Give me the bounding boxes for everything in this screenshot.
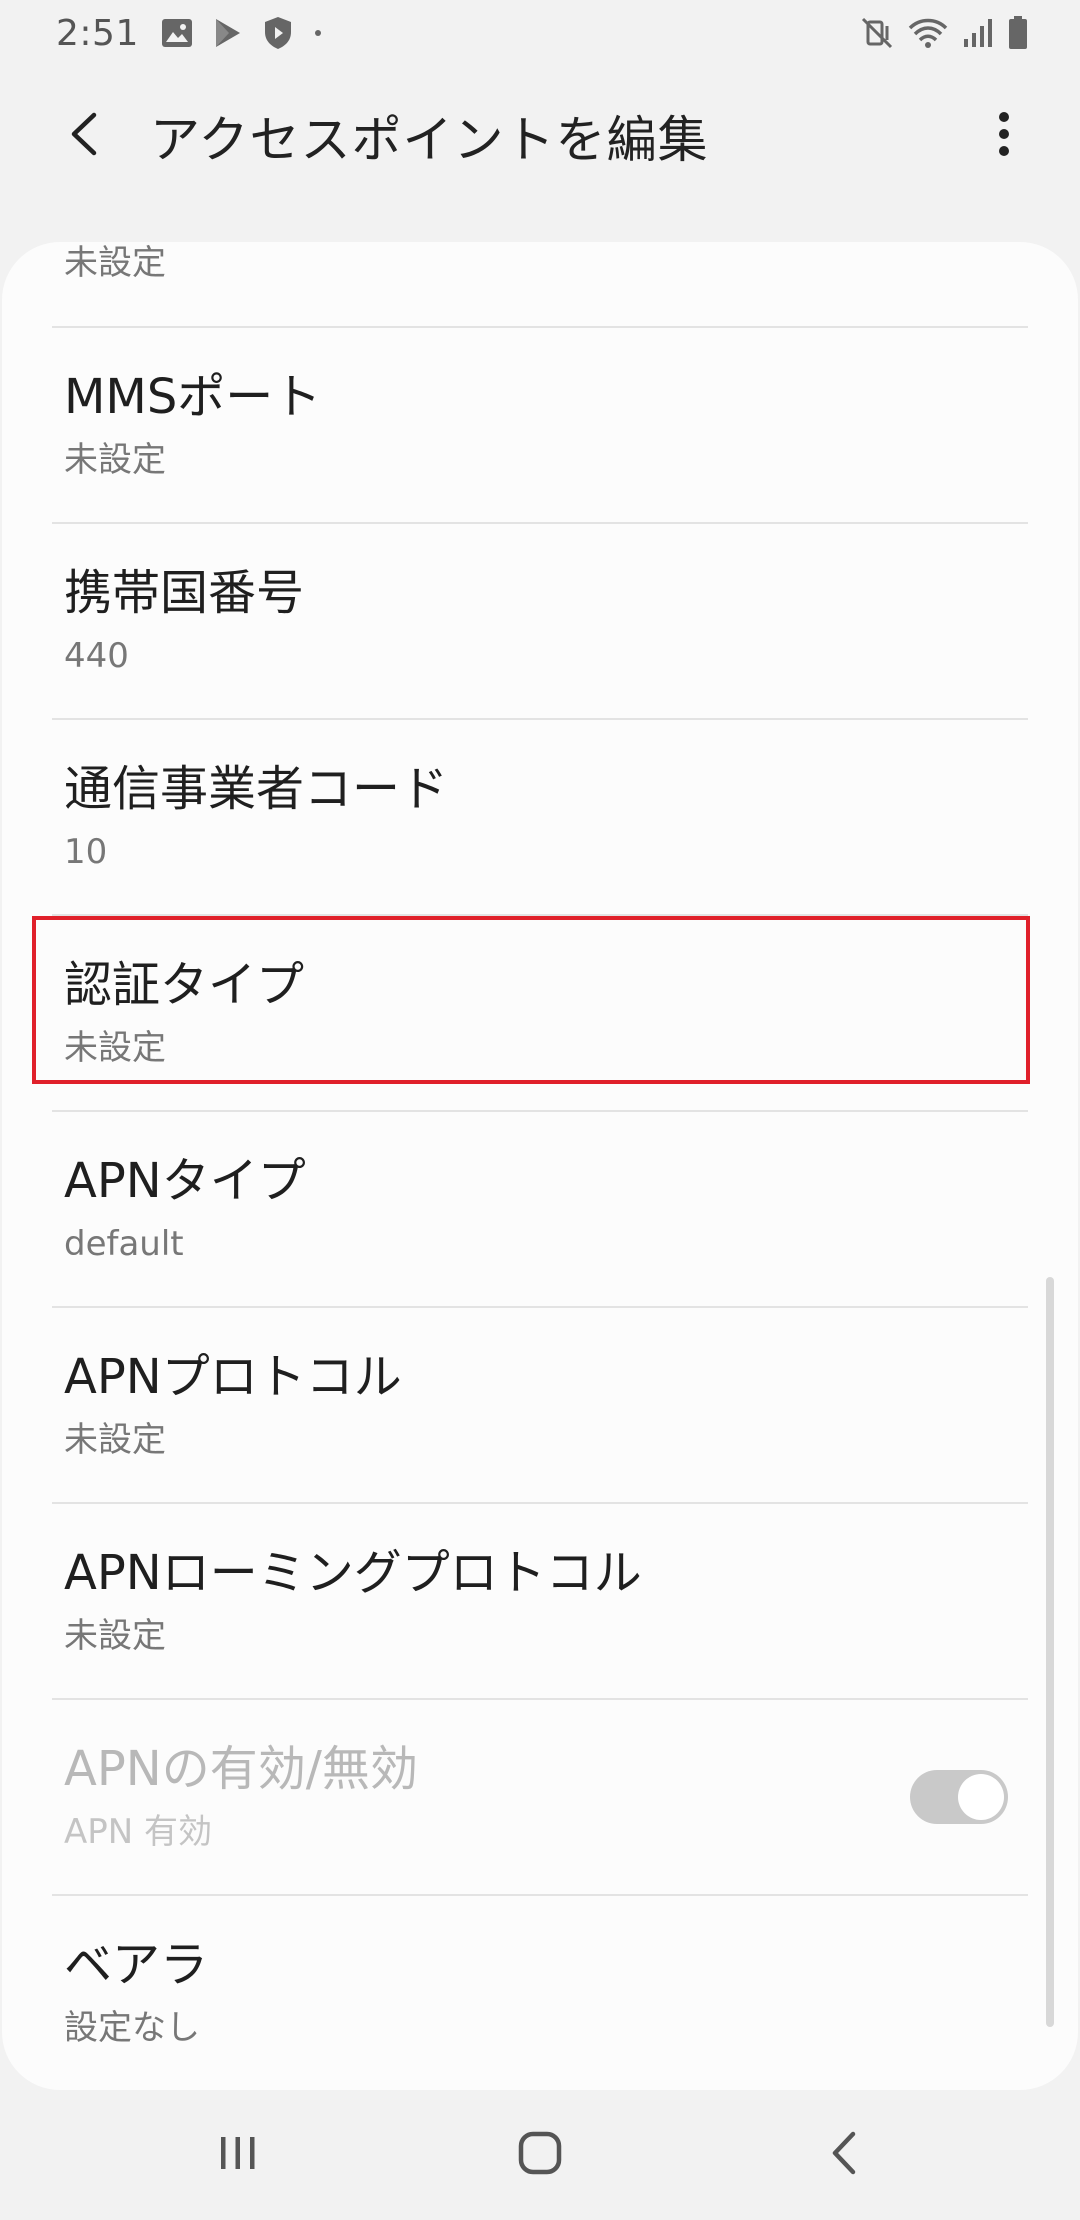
chevron-left-icon (66, 109, 102, 163)
list-item-title: ベアラ (64, 1936, 209, 1993)
list-item-value: 未設定 (64, 243, 166, 284)
list-item-title: APNタイプ (64, 1152, 306, 1209)
home-button[interactable] (500, 2115, 580, 2195)
system-back-button[interactable] (804, 2115, 884, 2195)
apn-enable-toggle[interactable] (910, 1770, 1008, 1824)
status-time: 2:51 (56, 12, 139, 54)
signal-icon (962, 17, 994, 49)
settings-list: 未設定 MMSポート 未設定 携帯国番号 440 通信事業者コード 10 認証タ… (2, 242, 1078, 2090)
status-bar: 2:51 (0, 0, 1080, 66)
list-item-value: 未設定 (64, 1420, 166, 1461)
list-item-title: 認証タイプ (64, 956, 305, 1013)
list-item-mms-port[interactable]: MMSポート 未設定 (52, 328, 1028, 524)
list-item-title: MMSポート (64, 368, 322, 425)
settings-card: 未設定 MMSポート 未設定 携帯国番号 440 通信事業者コード 10 認証タ… (2, 242, 1078, 2090)
page-title: アクセスポイントを編集 (150, 111, 709, 169)
list-item-mnc[interactable]: 通信事業者コード 10 (52, 720, 1028, 916)
list-item-value: 未設定 (64, 440, 166, 481)
list-item-title: APNの有効/無効 (64, 1740, 418, 1797)
list-item-auth-type[interactable]: 認証タイプ 未設定 (52, 916, 1028, 1112)
mute-vibrate-icon (860, 16, 894, 50)
app-bar: アクセスポイントを編集 (0, 66, 1080, 206)
list-item[interactable]: 未設定 (52, 242, 1028, 328)
shield-icon (263, 16, 293, 50)
list-item-apn-enable: APNの有効/無効 APN 有効 (52, 1700, 1028, 1896)
list-item-value: default (64, 1224, 184, 1265)
list-item-title: APNプロトコル (64, 1348, 402, 1405)
battery-icon (1008, 16, 1028, 50)
gallery-icon (161, 18, 193, 48)
home-icon (517, 2130, 563, 2180)
list-item-mcc[interactable]: 携帯国番号 440 (52, 524, 1028, 720)
list-item-title: 携帯国番号 (64, 564, 305, 621)
list-item-apn-protocol[interactable]: APNプロトコル 未設定 (52, 1308, 1028, 1504)
list-item-value: 設定なし (64, 2008, 200, 2049)
list-item-value: 440 (64, 636, 129, 677)
toggle-knob (958, 1774, 1004, 1820)
list-item-title: APNローミングプロトコル (64, 1544, 642, 1601)
list-item-bearer[interactable]: ベアラ 設定なし (52, 1896, 1028, 2090)
more-vertical-icon (996, 109, 1012, 163)
dot-icon (313, 28, 323, 38)
back-icon (829, 2130, 859, 2180)
navigation-bar (0, 2090, 1080, 2220)
play-store-icon (213, 17, 243, 49)
list-item-value: 未設定 (64, 1028, 166, 1069)
list-item-value: APN 有効 (64, 1812, 213, 1853)
scrollbar[interactable] (1046, 1277, 1054, 2027)
list-item-title: 通信事業者コード (64, 760, 449, 817)
list-item-apn-roaming-protocol[interactable]: APNローミングプロトコル 未設定 (52, 1504, 1028, 1700)
wifi-icon (908, 16, 948, 50)
list-item-apn-type[interactable]: APNタイプ default (52, 1112, 1028, 1308)
recents-button[interactable] (198, 2115, 278, 2195)
back-button[interactable] (48, 100, 120, 172)
list-item-value: 10 (64, 832, 108, 873)
more-options-button[interactable] (968, 100, 1040, 172)
recents-icon (216, 2133, 260, 2177)
list-item-value: 未設定 (64, 1616, 166, 1657)
